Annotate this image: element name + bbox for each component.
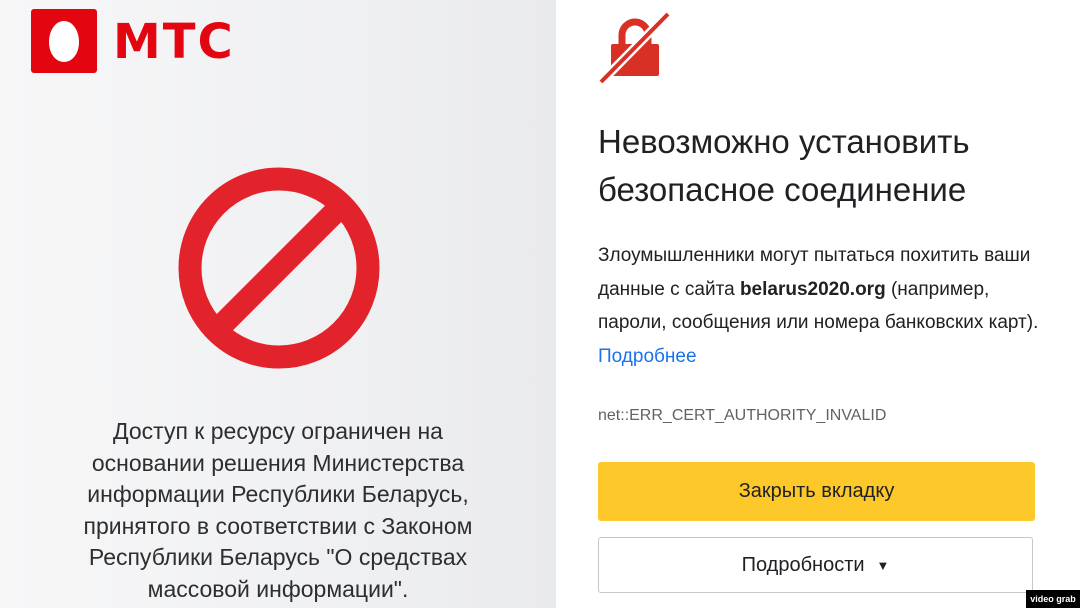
error-title: Невозможно установить безопасное соедине… [598,123,970,208]
error-description: Злоумышленники могут пытаться похитить в… [598,239,1048,373]
error-code: net::ERR_CERT_AUTHORITY_INVALID [598,407,887,424]
mts-logo-text: МТС [113,14,235,70]
site-name: belarus2020.org [739,278,886,300]
prohibited-sign-icon [176,165,382,376]
learn-more-link[interactable]: Подробнее [598,346,697,367]
close-tab-label: Закрыть вкладку [738,480,895,502]
broken-lock-icon [596,10,672,91]
access-restricted-message: Доступ к ресурсу ограничен на основании … [83,418,473,602]
close-tab-button[interactable]: Закрыть вкладку [598,462,1035,521]
details-button[interactable]: Подробности ▼ [598,537,1033,593]
chevron-down-icon: ▼ [876,557,890,573]
video-grab-watermark: video grab [1026,590,1080,608]
mts-logo-icon [31,9,97,73]
details-label: Подробности [741,553,865,576]
